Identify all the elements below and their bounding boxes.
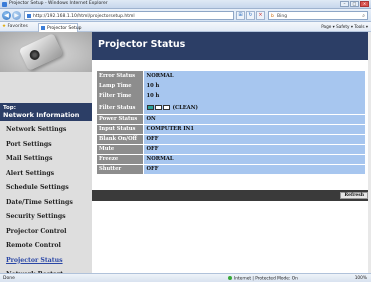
status-label: Mute	[97, 144, 143, 154]
page-title: Projector Status	[98, 39, 186, 50]
command-bar[interactable]: Page ▾ Safety ▾ Tools ▾	[321, 24, 368, 29]
status-value: 10 h	[143, 91, 365, 101]
status-label: Filter Status	[97, 101, 143, 114]
page-header: Projector Status	[92, 32, 371, 60]
refresh-bar: Refresh	[92, 190, 371, 201]
sidebar-item-mail-settings[interactable]: Mail Settings	[0, 152, 92, 167]
star-icon: ★	[2, 24, 7, 29]
main-panel: Projector Status Error Status NORMAL Lam…	[92, 32, 371, 273]
sidebar-item-projector-status[interactable]: Projector Status	[0, 254, 92, 269]
page-content: Top: Network Information Network Setting…	[0, 32, 371, 278]
stop-icon[interactable]: ×	[256, 11, 265, 20]
status-value-filter: (CLEAN)	[143, 101, 365, 114]
sidebar-item-alert-settings[interactable]: Alert Settings	[0, 167, 92, 182]
status-value: 10 h	[143, 81, 365, 91]
status-value: ON	[143, 114, 365, 124]
status-row-error: Error Status NORMAL	[97, 71, 365, 81]
address-bar[interactable]: http://192.168.1.10/html/projectorsetup.…	[24, 11, 234, 20]
window-title: Projector Setup - Windows Internet Explo…	[9, 1, 108, 6]
zoom-level[interactable]: 100%	[355, 276, 367, 281]
filter-level-cell	[154, 105, 162, 110]
status-label: Freeze	[97, 154, 143, 164]
sidebar-item-date-time-settings[interactable]: Date/Time Settings	[0, 196, 92, 211]
filter-level-cell	[162, 105, 170, 110]
status-value: NORMAL	[143, 71, 365, 81]
address-actions: ⊞ ↻ ×	[236, 11, 265, 20]
ie-app-icon	[2, 1, 7, 7]
bing-icon: b	[271, 13, 274, 19]
forward-button[interactable]: ▶	[12, 11, 21, 20]
status-label: Error Status	[97, 71, 143, 81]
favorites-label: Favorites	[7, 24, 28, 29]
status-label: Input Status	[97, 124, 143, 134]
status-value: NORMAL	[143, 154, 365, 164]
status-value: OFF	[143, 164, 365, 174]
filter-level-indicator	[146, 105, 170, 110]
window-controls: – □ ×	[340, 1, 369, 7]
status-row-blank: Blank On/Off OFF	[97, 134, 365, 144]
browser-tab[interactable]: Projector Setup	[38, 23, 82, 32]
refresh-icon[interactable]: ↻	[246, 11, 255, 20]
network-information-label: Network Information	[3, 111, 80, 119]
status-row-mute: Mute OFF	[97, 144, 365, 154]
sidebar-item-schedule-settings[interactable]: Schedule Settings	[0, 181, 92, 196]
minimize-button[interactable]: –	[340, 1, 349, 7]
status-row-freeze: Freeze NORMAL	[97, 154, 365, 164]
sidebar-menu: Network Settings Port Settings Mail Sett…	[0, 123, 92, 282]
sidebar: Top: Network Information Network Setting…	[0, 32, 92, 278]
filter-status-text: (CLEAN)	[172, 104, 198, 111]
status-label: Filter Time	[97, 91, 143, 101]
status-value: OFF	[143, 134, 365, 144]
projector-icon	[18, 33, 64, 71]
search-input[interactable]: b Bing ⌕	[268, 11, 368, 20]
refresh-button[interactable]: Refresh	[340, 192, 368, 199]
status-value: OFF	[143, 144, 365, 154]
status-row-filter-status: Filter Status (CLEAN)	[97, 101, 365, 114]
sidebar-item-remote-control[interactable]: Remote Control	[0, 239, 92, 254]
projector-image	[0, 32, 92, 72]
window-titlebar: Projector Setup - Windows Internet Explo…	[0, 0, 371, 9]
maximize-button[interactable]: □	[350, 1, 359, 7]
status-label: Blank On/Off	[97, 134, 143, 144]
sidebar-item-network-settings[interactable]: Network Settings	[0, 123, 92, 138]
status-text: Done	[3, 275, 15, 281]
favorites-button[interactable]: ★ Favorites	[2, 24, 28, 29]
status-table: Error Status NORMAL Lamp Time 10 h Filte…	[97, 71, 365, 175]
status-row-power: Power Status ON	[97, 114, 365, 124]
sidebar-item-port-settings[interactable]: Port Settings	[0, 138, 92, 153]
favorites-bar: ★ Favorites Projector Setup Page ▾ Safet…	[0, 22, 371, 32]
search-icon[interactable]: ⌕	[362, 13, 365, 19]
search-placeholder: Bing	[277, 13, 288, 19]
address-toolbar: ◀ ▶ http://192.168.1.10/html/projectorse…	[0, 9, 371, 22]
top-network-information[interactable]: Top: Network Information	[0, 103, 92, 121]
sidebar-item-projector-control[interactable]: Projector Control	[0, 225, 92, 240]
status-label: Power Status	[97, 114, 143, 124]
status-label: Shutter	[97, 164, 143, 174]
page-icon	[27, 14, 31, 18]
status-row-filter-time: Filter Time 10 h	[97, 91, 365, 101]
compat-view-icon[interactable]: ⊞	[236, 11, 245, 20]
status-value: COMPUTER IN1	[143, 124, 365, 134]
status-label: Lamp Time	[97, 81, 143, 91]
sidebar-item-security-settings[interactable]: Security Settings	[0, 210, 92, 225]
close-window-button[interactable]: ×	[360, 1, 369, 7]
status-row-lamp-time: Lamp Time 10 h	[97, 81, 365, 91]
filter-level-cell	[146, 105, 154, 110]
status-row-shutter: Shutter OFF	[97, 164, 365, 174]
browser-statusbar: Done Internet | Protected Mode: On 100%	[0, 273, 371, 282]
back-button[interactable]: ◀	[2, 11, 11, 20]
status-row-input: Input Status COMPUTER IN1	[97, 124, 365, 134]
url-text: http://192.168.1.10/html/projectorsetup.…	[33, 13, 135, 19]
security-zone: Internet | Protected Mode: On	[228, 276, 298, 281]
